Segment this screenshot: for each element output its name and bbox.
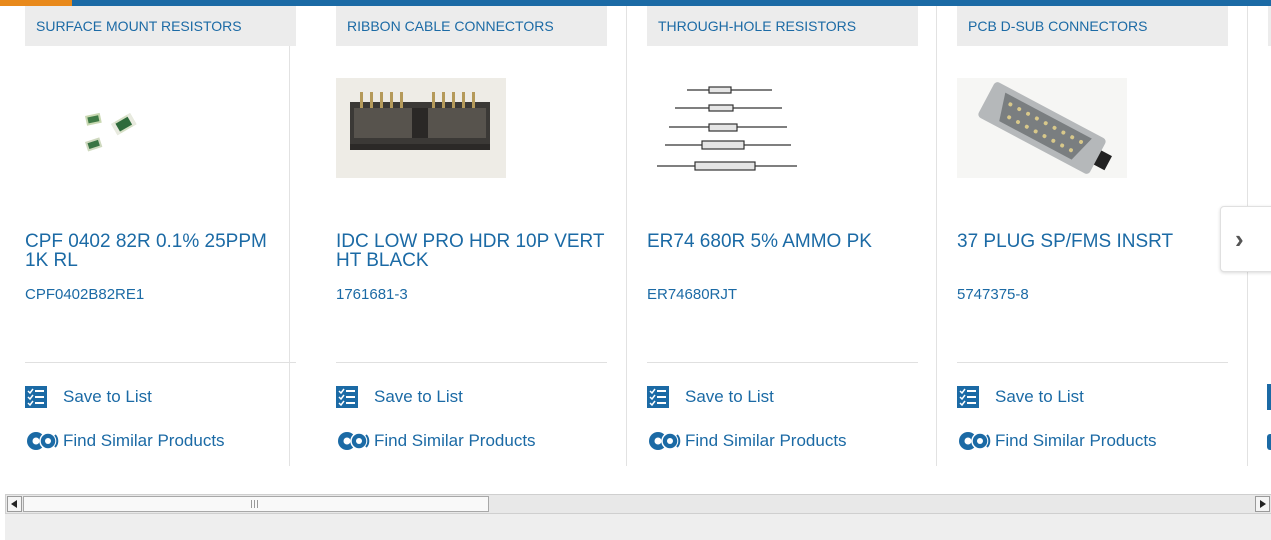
checklist-icon [647,386,669,408]
product-name-link[interactable]: ER74 680R 5% AMMO PK [647,232,917,251]
scrollbar-thumb[interactable] [23,496,489,512]
save-to-list-label: Save to List [685,387,774,406]
find-similar-products-link[interactable]: Find Similar Products [25,428,225,454]
carousel-next-button[interactable]: › [1220,206,1271,272]
category-label[interactable]: RIBBON CABLE CONNECTORS [336,6,607,46]
find-similar-products-link[interactable]: Find Similar Products [336,428,536,454]
checklist-icon [957,386,979,408]
divider [957,362,1228,363]
save-to-list-button[interactable]: Save to List [336,384,463,410]
gears-icon [959,432,991,450]
category-label[interactable]: SURFACE MOUNT RESISTORS [25,6,296,46]
product-card: PCB D-SUB CONNECTORS 37 PLUG SP/FMS INSR… [932,6,1248,466]
checklist-icon [336,386,358,408]
product-carousel: SURFACE MOUNT RESISTORS CPF 0402 82R 0.1… [0,6,1271,466]
footer-bar [5,514,1271,540]
product-name-link[interactable]: 37 PLUG SP/FMS INSRT [957,232,1227,251]
divider [647,362,918,363]
scrollbar-grip [251,500,259,508]
save-to-list-label: Save to List [374,387,463,406]
part-number-link[interactable]: 1761681-3 [336,286,408,303]
find-similar-products-label: Find Similar Products [685,431,847,450]
find-similar-products-label: Find Similar Products [374,431,536,450]
find-similar-products-label: Find Similar Products [995,431,1157,450]
scroll-left-arrow-icon[interactable] [7,496,22,512]
gears-icon [649,432,681,450]
partial-save-icon [1267,384,1271,410]
horizontal-scrollbar[interactable] [5,494,1271,514]
product-card: THROUGH-HOLE RESISTORS ER74 680R 5% AMMO… [622,6,937,466]
chevron-right-icon: › [1235,223,1244,254]
part-number-link[interactable]: ER74680RJT [647,286,737,303]
product-image-dsub-connector[interactable] [957,78,1127,178]
find-similar-products-link[interactable]: Find Similar Products [957,428,1157,454]
product-name-link[interactable]: IDC LOW PRO HDR 10P VERT HT BLACK [336,232,606,270]
scroll-right-arrow-icon[interactable] [1255,496,1270,512]
product-image-idc-header[interactable] [336,78,506,178]
save-to-list-button[interactable]: Save to List [647,384,774,410]
product-card: RIBBON CABLE CONNECTORS IDC LOW PRO HDR … [311,6,627,466]
gears-icon [27,432,59,450]
category-label[interactable]: PCB D-SUB CONNECTORS [957,6,1228,46]
save-to-list-label: Save to List [995,387,1084,406]
partial-gears-icon [1267,434,1271,450]
save-to-list-button[interactable]: Save to List [957,384,1084,410]
divider [25,362,296,363]
product-name-link[interactable]: CPF 0402 82R 0.1% 25PPM 1K RL [25,232,295,270]
divider [336,362,607,363]
product-image-axial-resistors[interactable] [647,78,817,178]
save-to-list-button[interactable]: Save to List [25,384,152,410]
checklist-icon [25,386,47,408]
product-image-smd-resistors[interactable] [25,78,195,178]
part-number-link[interactable]: CPF0402B82RE1 [25,286,144,303]
category-label[interactable]: THROUGH-HOLE RESISTORS [647,6,918,46]
find-similar-products-link[interactable]: Find Similar Products [647,428,847,454]
save-to-list-label: Save to List [63,387,152,406]
product-card: SURFACE MOUNT RESISTORS CPF 0402 82R 0.1… [0,6,296,466]
part-number-link[interactable]: 5747375-8 [957,286,1029,303]
gears-icon [338,432,370,450]
find-similar-products-label: Find Similar Products [63,431,225,450]
